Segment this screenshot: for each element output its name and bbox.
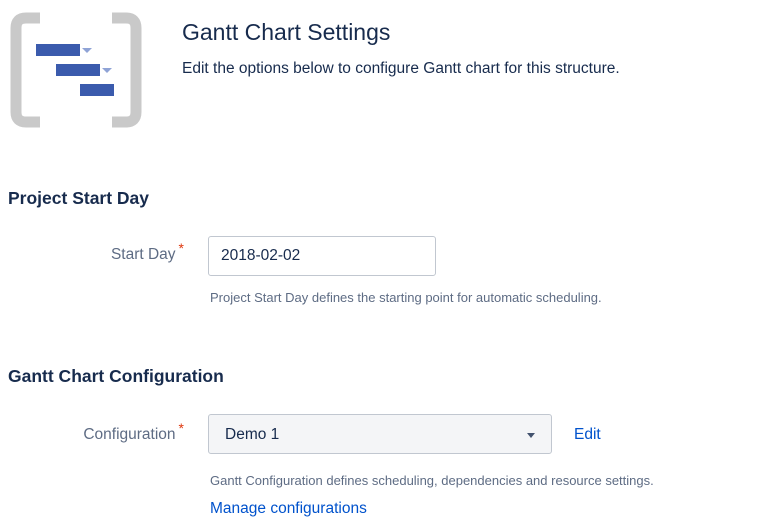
configuration-helper-text: Gantt Configuration defines scheduling, … [210, 473, 654, 488]
required-indicator: * [178, 420, 184, 436]
section-heading-configuration: Gantt Chart Configuration [8, 366, 224, 386]
page-title: Gantt Chart Settings [182, 19, 391, 45]
required-indicator: * [178, 240, 184, 256]
page-description: Edit the options below to configure Gant… [182, 60, 620, 77]
manage-configurations-link[interactable]: Manage configurations [210, 500, 367, 518]
edit-configuration-link[interactable]: Edit [574, 426, 601, 444]
configuration-label-text: Configuration [83, 426, 176, 443]
gantt-settings-page: Gantt Chart Settings Edit the options be… [0, 0, 774, 520]
gantt-chart-icon [10, 12, 142, 128]
configuration-selected-value: Demo 1 [225, 426, 280, 443]
configuration-select[interactable]: Demo 1 [208, 414, 552, 454]
start-day-label-text: Start Day [110, 246, 176, 263]
start-day-helper-text: Project Start Day defines the starting p… [210, 290, 602, 305]
configuration-label: Configuration * [0, 420, 184, 444]
section-heading-start-day: Project Start Day [8, 188, 150, 208]
start-day-input[interactable] [208, 236, 436, 276]
start-day-label: Start Day * [0, 240, 184, 264]
chevron-down-icon [527, 433, 535, 438]
